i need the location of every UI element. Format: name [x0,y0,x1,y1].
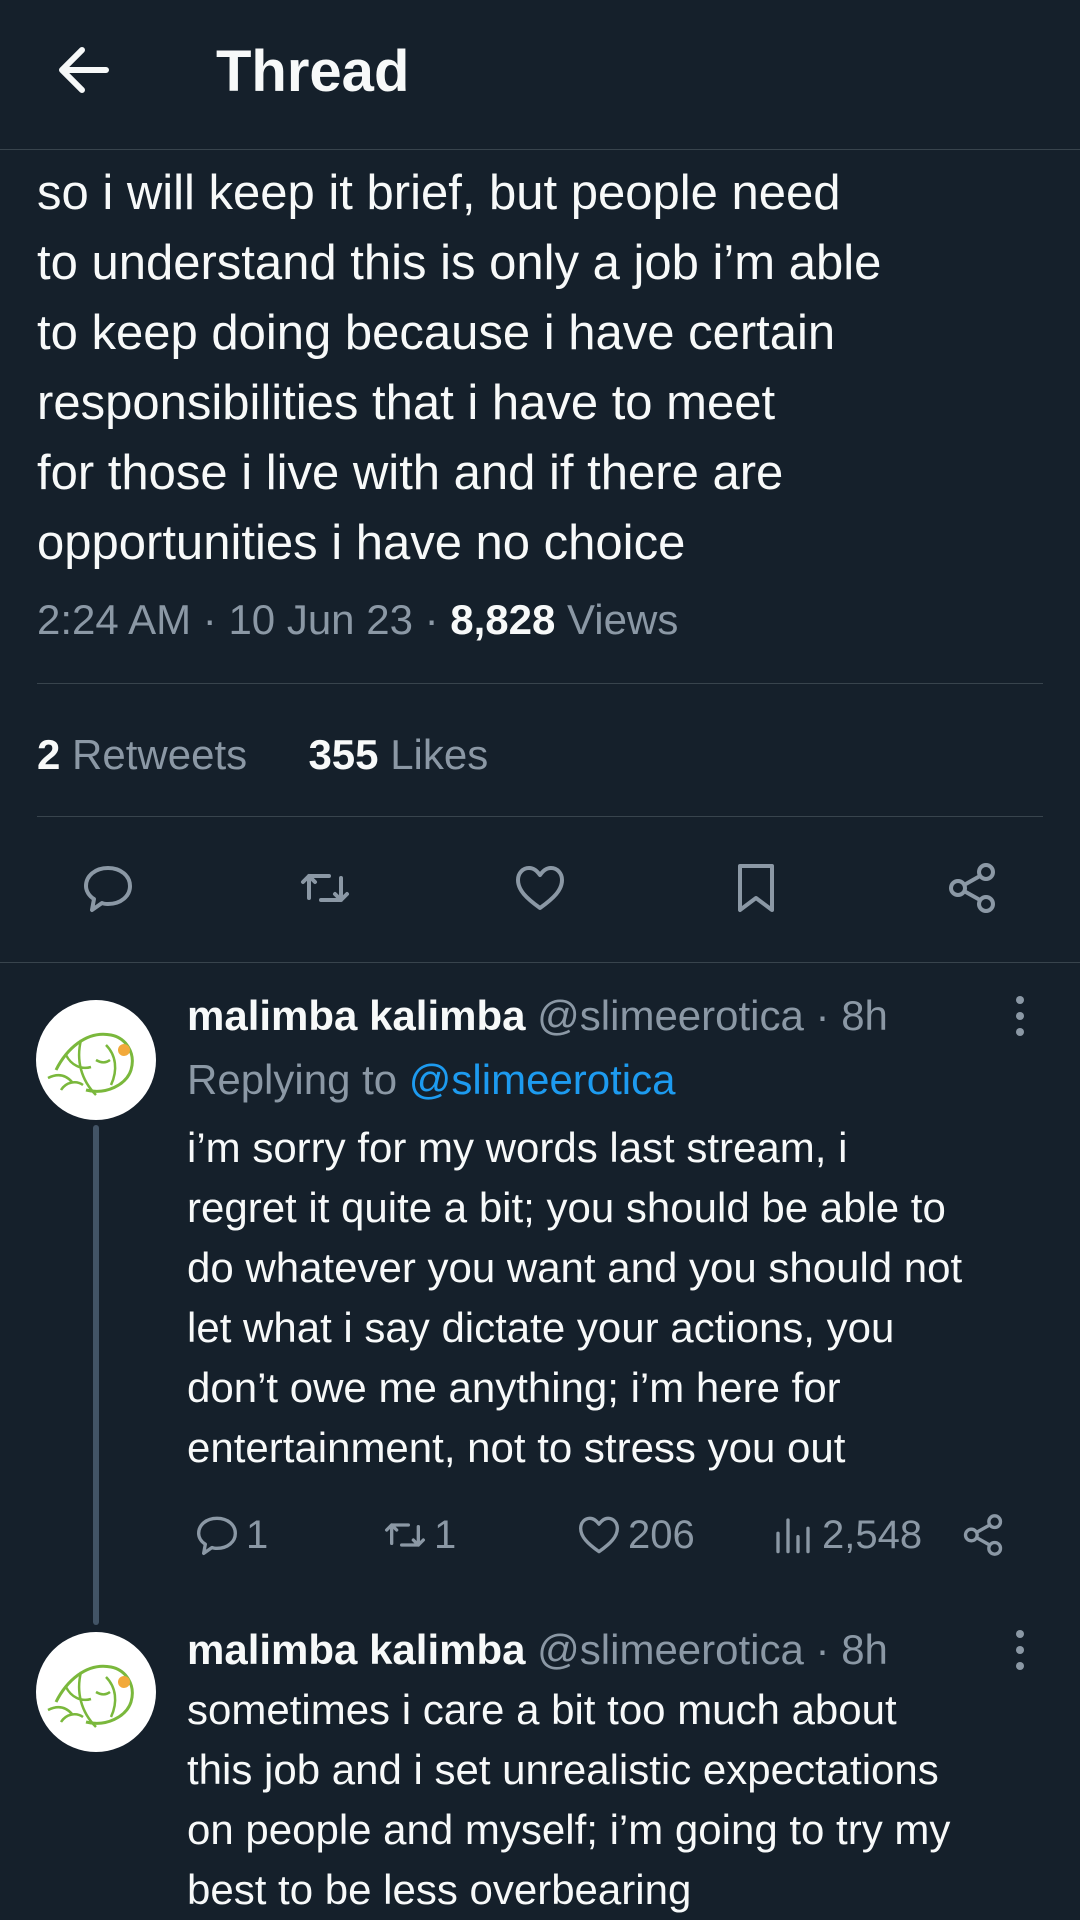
views-label: Views [567,596,679,643]
likes-stat[interactable]: 355 Likes [308,731,488,778]
header-separator: · [815,992,842,1039]
tweet-stats: 2 Retweets 355 Likes [37,725,488,785]
comment-icon [84,866,132,912]
divider [0,962,1080,963]
avatar[interactable] [36,1000,156,1120]
arrow-left-icon [59,47,109,93]
tweet-action-bar [0,858,1080,918]
replying-to-link[interactable]: @slimeerotica [409,1056,676,1103]
replying-to-line: Replying to @slimeerotica [187,1052,676,1108]
share-button[interactable] [942,858,1002,918]
avatar[interactable] [36,1632,156,1752]
reply-text: sometimes i care a bit too much about th… [187,1686,951,1913]
likes-label: Likes [390,731,489,778]
view-count: 2,548 [822,1512,923,1557]
likes-count: 355 [308,731,379,778]
reply-author-handle[interactable]: @slimeerotica [537,992,804,1039]
bookmark-button[interactable] [726,858,786,918]
reply-header: malimba kalimba @slimeerotica · 8h [187,988,888,1044]
retweets-label: Retweets [72,731,248,778]
reply-author-name[interactable]: malimba kalimba [187,1626,525,1673]
bookmark-icon [738,864,774,912]
avatar-drawing [47,1664,134,1728]
retweet-count: 1 [434,1512,457,1557]
header-bar: Thread [0,0,1080,150]
reply-comment-button[interactable]: 1 [192,1505,268,1565]
divider [37,816,1043,817]
reply-author-handle[interactable]: @slimeerotica [537,1626,804,1673]
reply-text: i’m sorry for my words last stream, i re… [187,1124,963,1471]
replying-prefix: Replying to [187,1056,398,1103]
reply-retweet-button[interactable]: 1 [380,1505,456,1565]
like-button[interactable] [510,858,570,918]
more-options-button[interactable] [1000,988,1040,1044]
meta-separator: · [424,596,451,643]
reply-views-button[interactable]: 2,548 [768,1505,922,1565]
more-options-button[interactable] [1000,1622,1040,1678]
retweet-icon [301,874,349,902]
retweet-icon [385,1523,425,1547]
like-count: 206 [628,1512,695,1557]
more-vertical-icon [1016,1630,1024,1670]
reply-header: malimba kalimba @slimeerotica · 8h [187,1622,888,1678]
tweet-date[interactable]: 10 Jun 23 [228,596,413,643]
reply-action-bar: 1 1 206 2,548 [0,1505,1080,1565]
comment-icon [197,1516,237,1555]
divider [37,683,1043,684]
reply-time: 8h [841,1626,888,1673]
views-count: 8,828 [450,596,556,643]
back-button[interactable] [52,38,116,102]
reply-time: 8h [841,992,888,1039]
more-vertical-icon [1016,996,1024,1036]
retweets-stat[interactable]: 2 Retweets [37,731,247,778]
tweet-time[interactable]: 2:24 AM [37,596,191,643]
header-separator: · [815,1626,842,1673]
avatar-drawing [47,1032,134,1096]
tweet-text: so i will keep it brief, but people need… [37,166,882,570]
reply-count: 1 [246,1512,269,1557]
meta-separator: · [202,596,229,643]
views-chart-icon [776,1518,810,1554]
heart-icon [579,1516,619,1554]
tweet-meta: 2:24 AM · 10 Jun 23 · 8,828 Views [37,590,678,650]
share-icon [963,1514,1003,1556]
page-title: Thread [216,39,410,104]
retweet-button[interactable] [295,858,355,918]
reply-author-name[interactable]: malimba kalimba [187,992,525,1039]
heart-icon [516,866,564,910]
reply-button[interactable] [78,858,138,918]
share-icon [949,863,995,913]
retweets-count: 2 [37,731,61,778]
reply-share-button[interactable] [958,1505,1008,1565]
reply-like-button[interactable]: 206 [574,1505,695,1565]
